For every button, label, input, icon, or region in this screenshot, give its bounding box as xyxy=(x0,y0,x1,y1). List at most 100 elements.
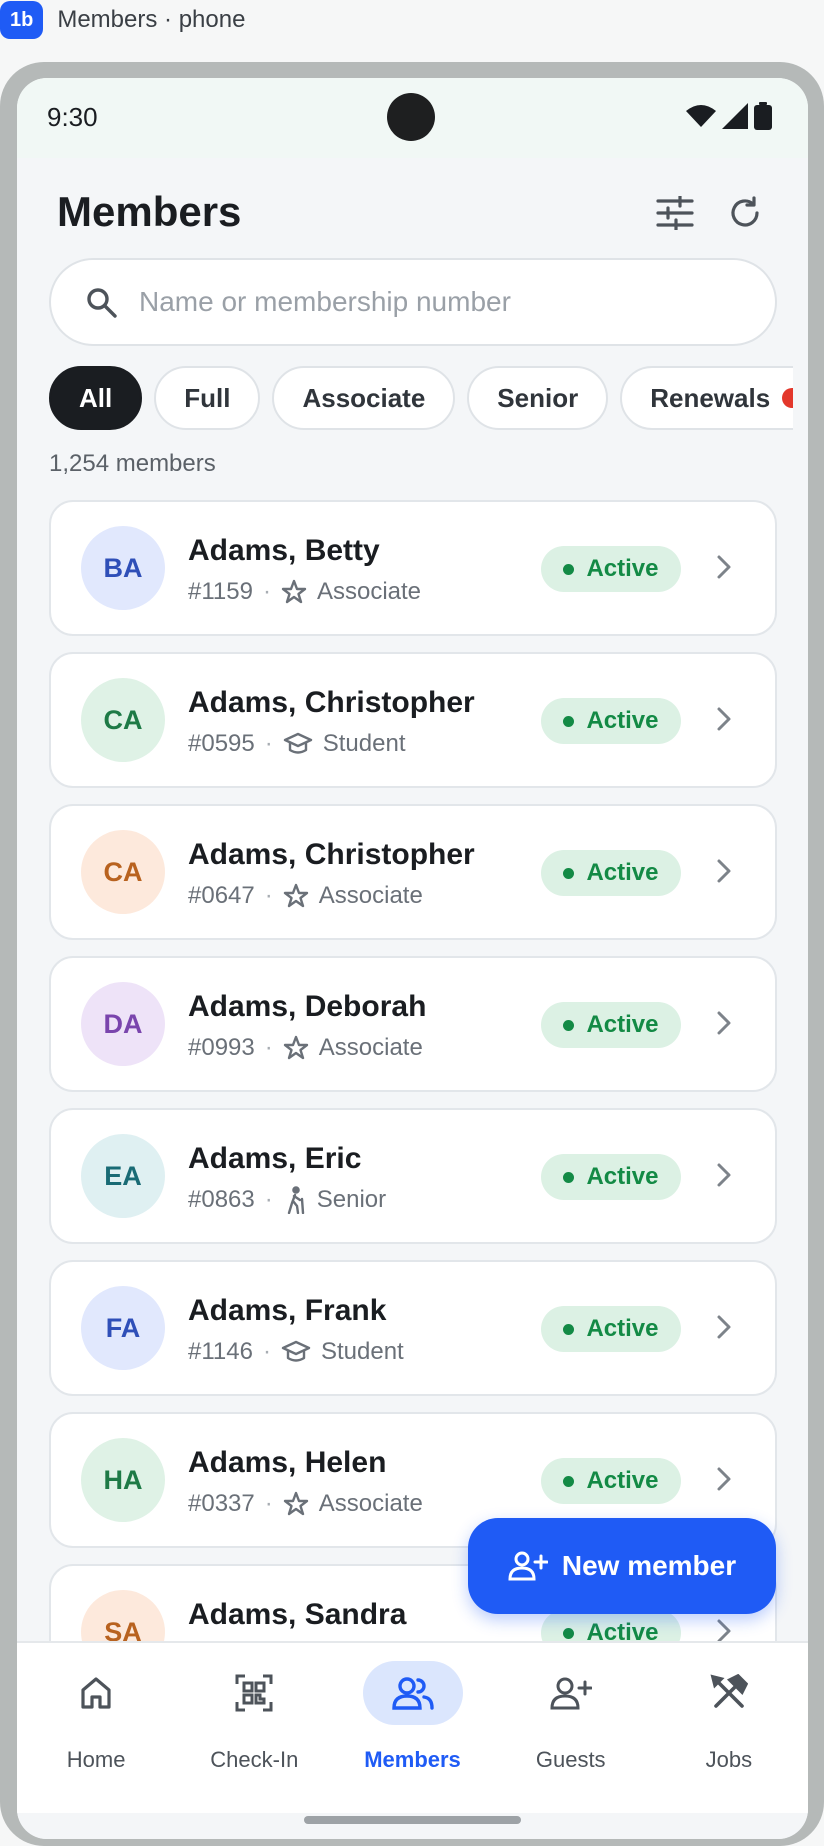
open-member-chevron[interactable] xyxy=(715,706,733,737)
nav-home[interactable]: Home xyxy=(17,1643,175,1813)
member-name: Adams, Christopher xyxy=(188,838,475,871)
add-person-icon xyxy=(508,1551,548,1581)
open-member-chevron[interactable] xyxy=(715,1162,733,1193)
chevron-right-icon xyxy=(717,707,731,731)
walking-icon xyxy=(283,1186,307,1214)
chip-label: Full xyxy=(184,382,231,413)
chip-label: Renewals xyxy=(650,382,771,413)
nav-label: Check-In xyxy=(210,1747,299,1772)
member-meta: #0337 · Associate xyxy=(188,1490,423,1518)
status-dot xyxy=(563,715,575,727)
nav-guests[interactable]: Guests xyxy=(492,1643,650,1813)
chip-renewals[interactable]: Renewals xyxy=(620,366,793,430)
open-member-chevron[interactable] xyxy=(715,1314,733,1345)
page-title: Members xyxy=(57,188,242,235)
status-badge: Active xyxy=(541,1306,681,1352)
member-card[interactable]: BA Adams, Betty #1159 · Associate Active xyxy=(49,500,777,636)
status-badge: Active xyxy=(541,1458,681,1504)
member-name: Adams, Eric xyxy=(188,1142,362,1175)
member-number: #0647 xyxy=(188,882,255,909)
search-icon xyxy=(87,288,117,318)
meta-separator: · xyxy=(264,1034,273,1061)
membership-type: Associate xyxy=(318,1490,423,1517)
screenshot-caption: 1b Members · phone xyxy=(0,0,245,40)
status-badge: Active xyxy=(541,1002,681,1048)
status-icons xyxy=(686,102,772,130)
meta-separator: · xyxy=(262,578,271,605)
refresh-icon xyxy=(731,196,759,227)
member-number: #0863 xyxy=(188,1186,255,1213)
nav-check-in[interactable]: Check-In xyxy=(175,1643,333,1813)
nav-label: Members xyxy=(364,1747,461,1772)
avatar: FA xyxy=(81,1286,165,1370)
open-member-chevron[interactable] xyxy=(715,1010,733,1041)
chip-all[interactable]: All xyxy=(49,366,143,430)
status-dot xyxy=(563,1171,575,1183)
nav-label: Home xyxy=(66,1747,126,1772)
filter-button[interactable] xyxy=(651,189,699,237)
member-name: Adams, Betty xyxy=(188,534,380,567)
status-label: Active xyxy=(586,1467,659,1494)
meta-separator: · xyxy=(264,882,273,909)
member-name: Adams, Frank xyxy=(188,1294,387,1327)
member-number: #0337 xyxy=(188,1490,255,1517)
avatar: DA xyxy=(81,982,165,1066)
member-meta: #0863 · Senior xyxy=(188,1186,386,1214)
caption-badge: 1b xyxy=(0,1,44,39)
membership-type: Associate xyxy=(316,578,422,605)
caption-title: Members · phone xyxy=(57,6,246,33)
avatar: HA xyxy=(81,1438,165,1522)
member-card[interactable]: EA Adams, Eric #0863 · Senior Active xyxy=(49,1108,777,1244)
nav-jobs[interactable]: Jobs xyxy=(650,1643,808,1813)
star-icon xyxy=(283,1491,309,1517)
membership-type: Senior xyxy=(316,1186,387,1213)
meta-separator: · xyxy=(264,730,273,757)
member-name: Adams, Christopher xyxy=(188,686,475,719)
member-number: #1159 xyxy=(188,578,253,605)
member-card[interactable]: CA Adams, Christopher #0595 · Student Active xyxy=(49,652,777,788)
new-member-button[interactable]: New member xyxy=(468,1518,776,1614)
member-number: #0595 xyxy=(188,730,255,757)
member-card[interactable]: DA Adams, Deborah #0993 · Associate Active xyxy=(49,956,777,1092)
bottom-navigation: Home Check-In Members Guests Jobs xyxy=(17,1641,808,1839)
home-gesture-handle[interactable] xyxy=(304,1816,521,1824)
battery-icon xyxy=(754,102,772,130)
open-member-chevron[interactable] xyxy=(715,554,733,585)
member-name: Adams, Helen xyxy=(188,1446,387,1479)
chip-full[interactable]: Full xyxy=(154,366,261,430)
membership-type: Associate xyxy=(318,882,423,909)
chip-senior[interactable]: Senior xyxy=(467,366,609,430)
open-member-chevron[interactable] xyxy=(715,1466,733,1497)
refresh-button[interactable] xyxy=(721,189,769,237)
meta-separator: · xyxy=(264,1186,273,1213)
signal-icon xyxy=(722,103,748,129)
chevron-right-icon xyxy=(717,859,731,883)
camera-cutout xyxy=(387,93,435,141)
member-meta: #0993 · Associate xyxy=(188,1034,423,1062)
status-label: Active xyxy=(586,707,659,734)
chevron-right-icon xyxy=(717,1011,731,1035)
avatar: EA xyxy=(81,1134,165,1218)
avatar: CA xyxy=(81,830,165,914)
filter-chips: All Full Associate Senior Renewals xyxy=(49,366,793,432)
chip-associate[interactable]: Associate xyxy=(272,366,456,430)
tools-icon xyxy=(710,1674,748,1708)
member-card[interactable]: FA Adams, Frank #1146 · Student Active xyxy=(49,1260,777,1396)
search-input[interactable]: Name or membership number xyxy=(49,258,777,346)
star-icon xyxy=(283,883,309,909)
member-card[interactable]: CA Adams, Christopher #0647 · Associate Activ… xyxy=(49,804,777,940)
chevron-right-icon xyxy=(717,1315,731,1339)
status-dot xyxy=(563,1475,575,1487)
member-name: Adams, Deborah xyxy=(188,990,427,1023)
member-meta: #0647 · Associate xyxy=(188,882,423,910)
open-member-chevron[interactable] xyxy=(715,858,733,889)
status-label: Active xyxy=(586,859,659,886)
star-icon xyxy=(283,1035,309,1061)
status-badge: Active xyxy=(541,850,681,896)
member-number: #0993 xyxy=(188,1034,255,1061)
avatar: BA xyxy=(81,526,165,610)
phone-screen: 9:30 Members Name or membership number A… xyxy=(17,78,808,1839)
chip-label: Senior xyxy=(497,382,579,413)
add-person-icon xyxy=(550,1677,592,1710)
nav-members[interactable]: Members xyxy=(333,1643,491,1813)
